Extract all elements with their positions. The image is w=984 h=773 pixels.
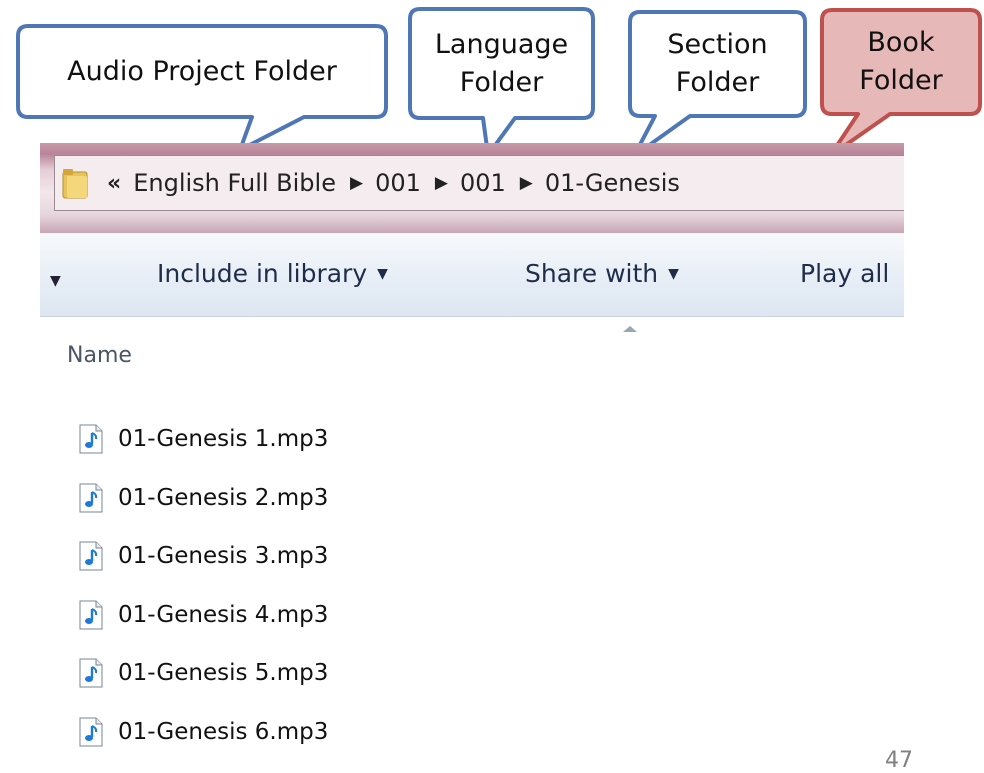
breadcrumb-separator-icon[interactable]: ▶ <box>520 173 533 193</box>
column-header-name[interactable]: Name <box>67 343 132 368</box>
breadcrumb-section-001[interactable]: 001 <box>460 169 506 197</box>
share-with-button[interactable]: Share with ▼ <box>525 259 679 288</box>
callout-audio-project: Audio Project Folder <box>67 56 337 87</box>
list-item[interactable]: 01-Genesis 6.mp3 <box>76 715 328 749</box>
list-item[interactable]: 01-Genesis 4.mp3 <box>76 598 328 632</box>
play-all-label: Play all <box>800 259 890 288</box>
audio-file-icon <box>79 658 103 688</box>
file-name: 01-Genesis 4.mp3 <box>118 602 329 628</box>
breadcrumb-01-genesis[interactable]: 01-Genesis <box>545 169 680 197</box>
audio-file-icon <box>79 717 103 747</box>
include-in-library-button[interactable]: Include in library ▼ <box>157 259 388 288</box>
window-titlebar: « English Full Bible ▶ 001 ▶ 001 ▶ 01-Ge… <box>40 143 904 233</box>
file-name: 01-Genesis 2.mp3 <box>118 485 329 511</box>
audio-file-icon <box>79 541 103 571</box>
explorer-window: « English Full Bible ▶ 001 ▶ 001 ▶ 01-Ge… <box>40 143 904 767</box>
callout-book: Book Folder <box>859 27 943 96</box>
chevron-down-icon: ▼ <box>377 265 388 282</box>
chevron-down-icon: ▼ <box>668 265 679 282</box>
list-item[interactable]: 01-Genesis 1.mp3 <box>76 422 328 456</box>
command-bar: ▼ Include in library ▼ Share with ▼ Play… <box>40 233 904 317</box>
address-bar[interactable]: « English Full Bible ▶ 001 ▶ 001 ▶ 01-Ge… <box>54 155 904 211</box>
breadcrumb-separator-icon[interactable]: ▶ <box>350 173 363 193</box>
sort-ascending-icon[interactable] <box>623 326 637 332</box>
play-all-button[interactable]: Play all <box>800 259 889 288</box>
list-item[interactable]: 01-Genesis 2.mp3 <box>76 481 328 515</box>
file-name: 01-Genesis 5.mp3 <box>118 660 329 686</box>
include-in-library-label: Include in library <box>157 259 368 288</box>
file-name: 01-Genesis 3.mp3 <box>118 543 329 569</box>
page-number: 47 <box>885 748 913 773</box>
breadcrumb-language-001[interactable]: 001 <box>375 169 421 197</box>
audio-file-icon <box>79 483 103 513</box>
file-name: 01-Genesis 6.mp3 <box>118 719 329 745</box>
list-item[interactable]: 01-Genesis 5.mp3 <box>76 656 328 690</box>
file-name: 01-Genesis 1.mp3 <box>118 426 329 452</box>
breadcrumb-english-full-bible[interactable]: English Full Bible <box>133 169 336 197</box>
list-item[interactable]: 01-Genesis 3.mp3 <box>76 539 328 573</box>
callout-section: Section Folder <box>667 29 768 98</box>
callout-language: Language Folder <box>434 29 569 98</box>
audio-file-icon <box>79 424 103 454</box>
breadcrumb-separator-icon[interactable]: ▶ <box>435 173 448 193</box>
audio-file-icon <box>79 600 103 630</box>
breadcrumb-overflow-icon[interactable]: « <box>107 171 121 196</box>
share-with-label: Share with <box>525 259 659 288</box>
folder-icon <box>62 169 88 199</box>
organize-dropdown-icon[interactable]: ▼ <box>50 273 61 289</box>
